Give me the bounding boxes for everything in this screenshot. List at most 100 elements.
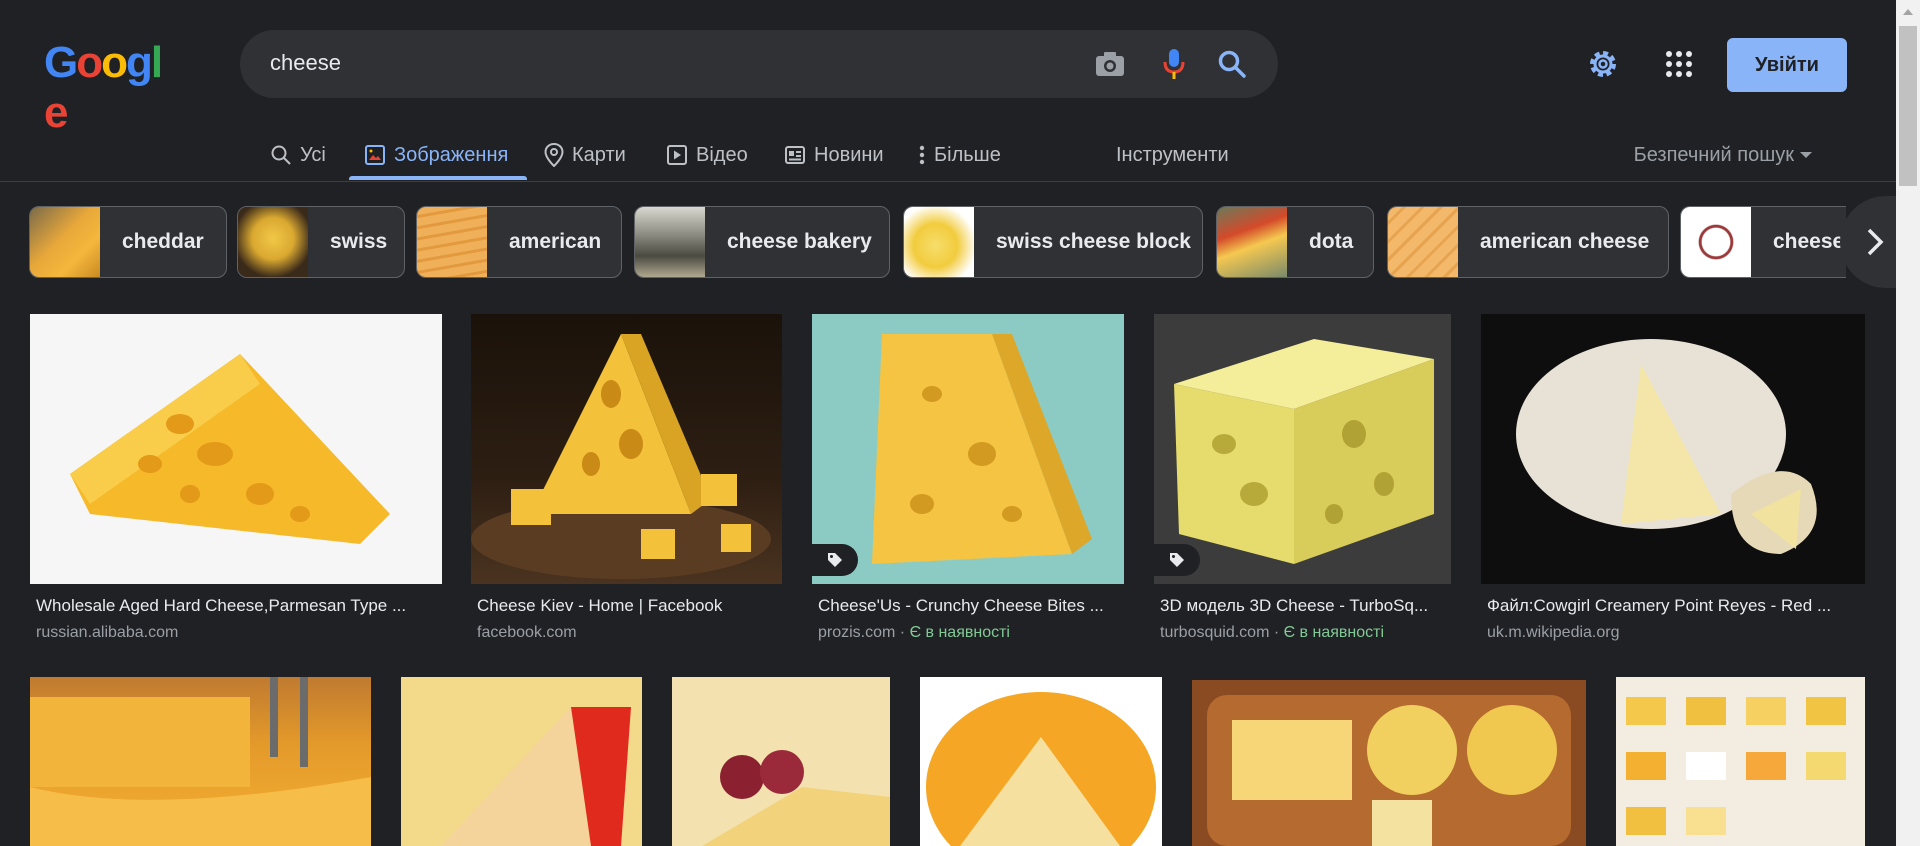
active-tab-indicator [349, 176, 527, 180]
tab-news[interactable]: Новини [784, 128, 884, 182]
chip-swiss[interactable]: swiss [237, 206, 405, 278]
chip-label: cheddar [122, 230, 204, 253]
result-card[interactable] [1192, 680, 1586, 846]
google-logo[interactable]: Google [44, 38, 166, 137]
result-title[interactable]: Cheese Kiev - Home | Facebook [477, 596, 777, 616]
tab-all[interactable]: Усі [270, 128, 326, 182]
header: Google cheese Увійти Усі Зображення Карт… [0, 0, 1896, 182]
play-icon [667, 145, 687, 165]
result-source: russian.alibaba.com [36, 624, 178, 642]
chip-label: cheese bakery [727, 230, 872, 253]
chip-american-cheese[interactable]: american cheese [1387, 206, 1669, 278]
page: Google cheese Увійти Усі Зображення Карт… [0, 0, 1920, 846]
tab-maps[interactable]: Карти [544, 128, 626, 182]
chip-swiss-cheese-block[interactable]: swiss cheese block [903, 206, 1203, 278]
result-image[interactable] [1481, 314, 1865, 584]
chip-label: dota [1309, 230, 1354, 253]
chip-label: swiss [330, 230, 388, 253]
result-source-domain: facebook.com [477, 624, 577, 641]
chip-thumbnail [1681, 207, 1751, 277]
search-input[interactable]: cheese [240, 30, 1278, 98]
tab-maps-label: Карти [572, 143, 626, 166]
tab-images[interactable]: Зображення [364, 128, 508, 182]
chip-label: swiss cheese block [996, 230, 1191, 253]
chip-american[interactable]: american [416, 206, 622, 278]
chip-cheese-bakery[interactable]: cheese bakery [634, 206, 890, 278]
result-image[interactable] [920, 677, 1162, 846]
result-source: turbosquid.com · Є в наявності [1160, 624, 1385, 641]
product-tag-icon [812, 544, 858, 576]
result-image[interactable] [672, 677, 890, 846]
result-image[interactable] [1616, 677, 1865, 846]
apps-grid-icon[interactable] [1660, 45, 1698, 83]
result-source-domain: turbosquid.com [1160, 624, 1270, 641]
result-image[interactable] [471, 314, 782, 584]
camera-icon[interactable] [1090, 44, 1130, 84]
tools-button[interactable]: Інструменти [1116, 128, 1229, 182]
safe-search-dropdown[interactable]: Безпечний пошук [1634, 128, 1812, 182]
settings-gear-icon[interactable] [1584, 45, 1622, 83]
result-title[interactable]: Файл:Cowgirl Creamery Point Reyes - Red … [1487, 596, 1859, 616]
search-icon [271, 145, 291, 165]
result-title[interactable]: 3D модель 3D Cheese - TurboSq... [1160, 596, 1446, 616]
result-card[interactable]: Файл:Cowgirl Creamery Point Reyes - Red … [1481, 314, 1865, 644]
chip-thumbnail [904, 207, 974, 277]
chip-cheese[interactable]: cheese [1680, 206, 1846, 278]
result-source: prozis.com · Є в наявності [818, 624, 1010, 641]
result-card[interactable]: Wholesale Aged Hard Cheese,Parmesan Type… [30, 314, 442, 644]
tab-all-label: Усі [300, 143, 326, 166]
result-image[interactable] [1154, 314, 1451, 584]
result-card[interactable]: Cheese Kiev - Home | Facebook facebook.c… [471, 314, 782, 644]
scrollbar-thumb[interactable] [1899, 26, 1917, 186]
tab-more[interactable]: Більше [918, 128, 1001, 182]
result-card[interactable]: 3D модель 3D Cheese - TurboSq... turbosq… [1154, 314, 1451, 644]
availability-badge: Є в наявності [1283, 624, 1385, 641]
result-title[interactable]: Wholesale Aged Hard Cheese,Parmesan Type… [36, 596, 436, 616]
safe-search-label: Безпечний пошук [1633, 143, 1794, 166]
sign-in-button[interactable]: Увійти [1727, 38, 1847, 92]
tab-images-label: Зображення [394, 143, 509, 166]
chip-label: cheese [1773, 230, 1845, 253]
result-card[interactable]: Cheese'Us - Crunchy Cheese Bites ... pro… [812, 314, 1124, 644]
tab-more-label: Більше [934, 143, 1001, 166]
result-image[interactable] [401, 677, 642, 846]
chip-thumbnail [635, 207, 705, 277]
chip-thumbnail [1388, 207, 1458, 277]
tab-news-label: Новини [814, 143, 884, 166]
result-image[interactable] [30, 314, 442, 584]
result-image[interactable] [1192, 680, 1586, 846]
result-image[interactable] [812, 314, 1124, 584]
map-pin-icon [544, 143, 564, 167]
tab-video[interactable]: Відео [666, 128, 748, 182]
result-card[interactable] [672, 677, 890, 846]
result-source: uk.m.wikipedia.org [1487, 624, 1620, 642]
result-card[interactable] [920, 677, 1162, 846]
chip-thumbnail [1217, 207, 1287, 277]
result-card[interactable] [401, 677, 642, 846]
search-icon[interactable] [1212, 44, 1252, 84]
chip-thumbnail [238, 207, 308, 277]
microphone-icon[interactable] [1154, 44, 1194, 84]
tab-video-label: Відео [696, 143, 748, 166]
scroll-up-arrow-icon[interactable] [1896, 0, 1920, 24]
result-card[interactable] [30, 677, 371, 846]
product-tag-icon [1154, 544, 1200, 576]
result-source-domain: uk.m.wikipedia.org [1487, 624, 1620, 641]
result-source-domain: russian.alibaba.com [36, 624, 179, 641]
chip-thumbnail [30, 207, 100, 277]
search-query[interactable]: cheese [270, 50, 341, 76]
more-vert-icon [919, 145, 925, 165]
result-source-domain: prozis.com [818, 624, 896, 641]
result-source: facebook.com [477, 624, 577, 642]
chevron-right-icon [1867, 228, 1884, 256]
chip-dota[interactable]: dota [1216, 206, 1374, 278]
result-image[interactable] [30, 677, 371, 846]
result-title[interactable]: Cheese'Us - Crunchy Cheese Bites ... [818, 596, 1118, 616]
image-icon [365, 145, 385, 165]
caret-down-icon [1800, 152, 1812, 158]
chip-thumbnail [417, 207, 487, 277]
result-card[interactable] [1616, 677, 1865, 846]
chip-cheddar[interactable]: cheddar [29, 206, 227, 278]
availability-badge: Є в наявності [909, 624, 1010, 641]
chip-label: american cheese [1480, 230, 1650, 253]
